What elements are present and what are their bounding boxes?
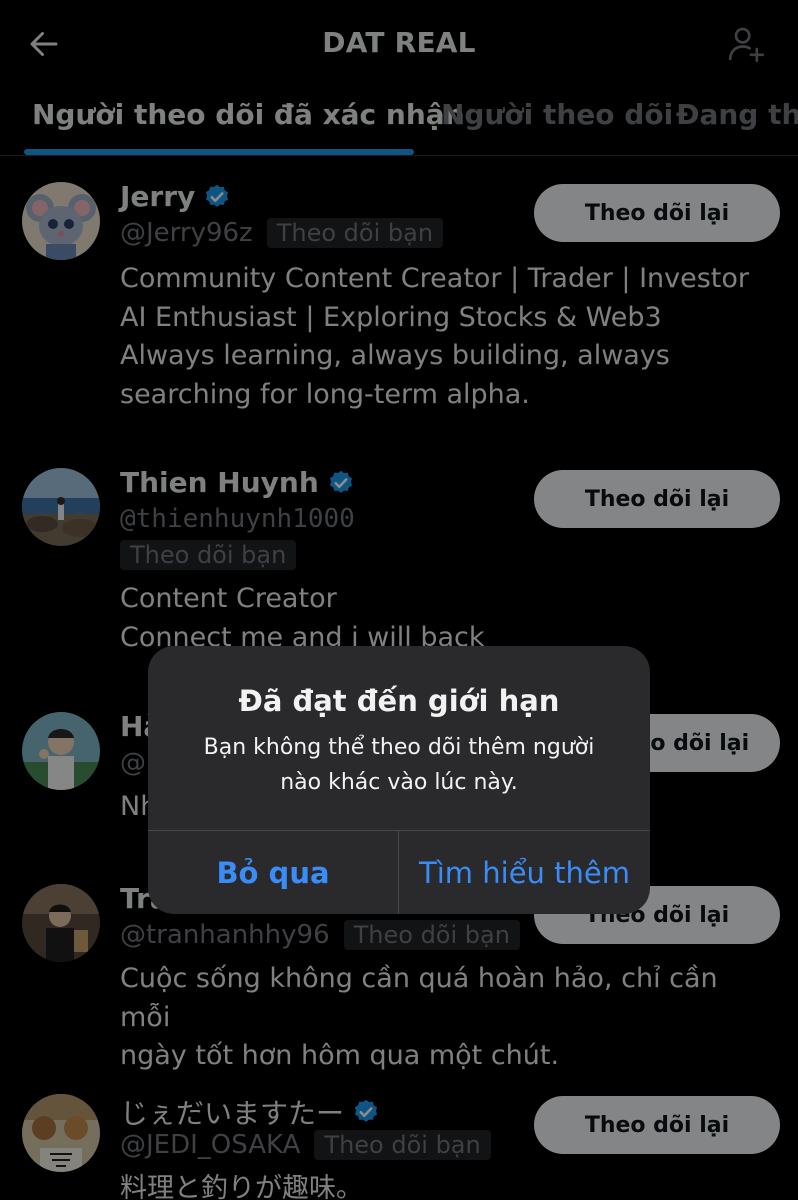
alert-message-line: Bạn không thể theo dõi thêm người: [203, 735, 595, 760]
alert-message-line: nào khác vào lúc này.: [280, 770, 518, 795]
limit-reached-alert: Đã đạt đến giới hạn Bạn không thể theo d…: [148, 646, 650, 914]
modal-backdrop[interactable]: [0, 0, 798, 1200]
learn-more-button[interactable]: Tìm hiểu thêm: [399, 831, 650, 914]
dismiss-button[interactable]: Bỏ qua: [148, 831, 398, 914]
alert-message: Bạn không thể theo dõi thêm người nào kh…: [188, 730, 610, 800]
alert-title: Đã đạt đến giới hạn: [238, 684, 560, 718]
